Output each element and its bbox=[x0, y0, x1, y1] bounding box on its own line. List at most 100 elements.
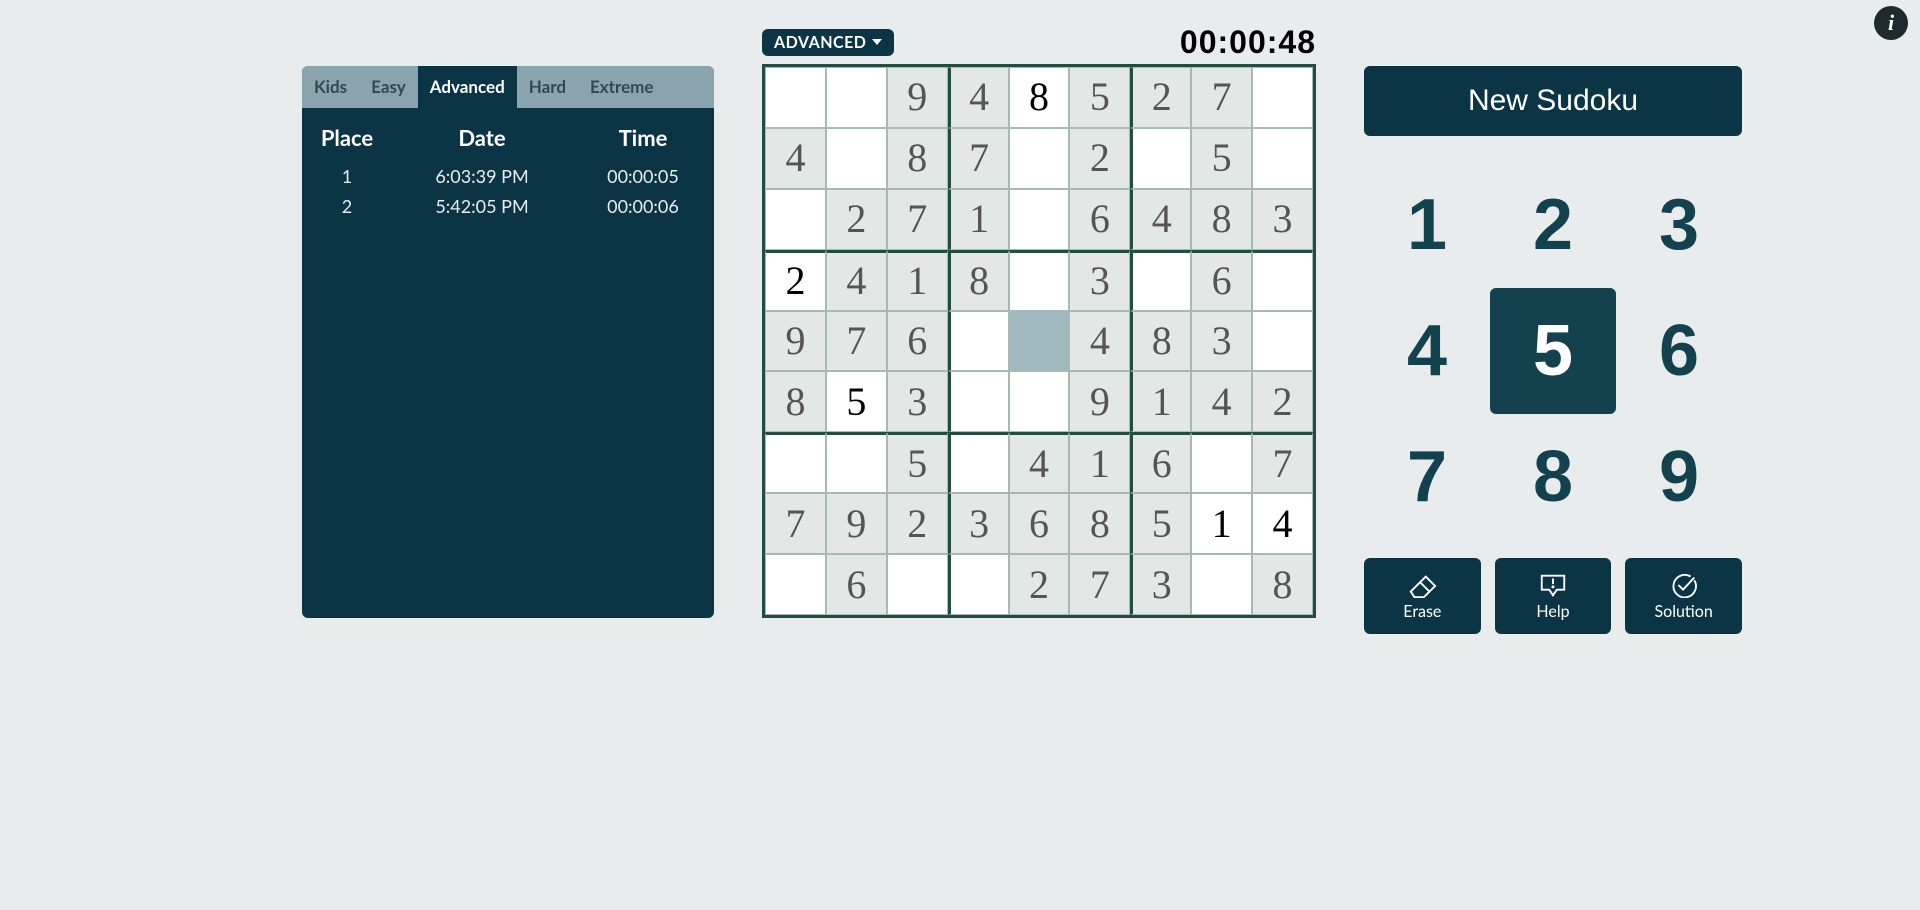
cell-1-8[interactable] bbox=[1252, 128, 1313, 189]
cell-0-0[interactable] bbox=[765, 67, 826, 128]
info-icon[interactable]: i bbox=[1874, 6, 1908, 40]
cell-8-5[interactable]: 7 bbox=[1069, 554, 1130, 615]
cell-3-1[interactable]: 4 bbox=[826, 250, 887, 311]
cell-1-4[interactable] bbox=[1009, 128, 1070, 189]
cell-5-2[interactable]: 3 bbox=[887, 371, 948, 432]
cell-2-7[interactable]: 8 bbox=[1191, 189, 1252, 250]
cell-0-3[interactable]: 4 bbox=[948, 67, 1009, 128]
tab-extreme[interactable]: Extreme bbox=[578, 66, 665, 108]
cell-7-7[interactable]: 1 bbox=[1191, 493, 1252, 554]
cell-0-6[interactable]: 2 bbox=[1130, 67, 1191, 128]
cell-8-2[interactable] bbox=[887, 554, 948, 615]
cell-3-7[interactable]: 6 bbox=[1191, 250, 1252, 311]
cell-8-3[interactable] bbox=[948, 554, 1009, 615]
cell-7-8[interactable]: 4 bbox=[1252, 493, 1313, 554]
cell-4-6[interactable]: 8 bbox=[1130, 311, 1191, 372]
cell-3-2[interactable]: 1 bbox=[887, 250, 948, 311]
cell-4-3[interactable] bbox=[948, 311, 1009, 372]
cell-1-7[interactable]: 5 bbox=[1191, 128, 1252, 189]
cell-6-5[interactable]: 1 bbox=[1069, 432, 1130, 493]
numpad-9[interactable]: 9 bbox=[1616, 414, 1742, 540]
tab-hard[interactable]: Hard bbox=[517, 66, 578, 108]
cell-2-3[interactable]: 1 bbox=[948, 189, 1009, 250]
cell-1-6[interactable] bbox=[1130, 128, 1191, 189]
difficulty-dropdown[interactable]: ADVANCED bbox=[762, 29, 894, 56]
cell-5-8[interactable]: 2 bbox=[1252, 371, 1313, 432]
numpad-2[interactable]: 2 bbox=[1490, 162, 1616, 288]
cell-8-1[interactable]: 6 bbox=[826, 554, 887, 615]
cell-6-2[interactable]: 5 bbox=[887, 432, 948, 493]
cell-7-5[interactable]: 8 bbox=[1069, 493, 1130, 554]
cell-2-8[interactable]: 3 bbox=[1252, 189, 1313, 250]
tab-kids[interactable]: Kids bbox=[302, 66, 359, 108]
cell-8-6[interactable]: 3 bbox=[1130, 554, 1191, 615]
cell-5-3[interactable] bbox=[948, 371, 1009, 432]
cell-2-4[interactable] bbox=[1009, 189, 1070, 250]
numpad-4[interactable]: 4 bbox=[1364, 288, 1490, 414]
cell-7-4[interactable]: 6 bbox=[1009, 493, 1070, 554]
new-sudoku-button[interactable]: New Sudoku bbox=[1364, 66, 1742, 136]
cell-2-1[interactable]: 2 bbox=[826, 189, 887, 250]
erase-button[interactable]: Erase bbox=[1364, 558, 1481, 634]
cell-6-4[interactable]: 4 bbox=[1009, 432, 1070, 493]
cell-8-8[interactable]: 8 bbox=[1252, 554, 1313, 615]
tab-easy[interactable]: Easy bbox=[359, 66, 418, 108]
help-button[interactable]: Help bbox=[1495, 558, 1612, 634]
cell-2-2[interactable]: 7 bbox=[887, 189, 948, 250]
cell-1-1[interactable] bbox=[826, 128, 887, 189]
sudoku-board[interactable]: 9485274872527164832418369764838539142541… bbox=[762, 64, 1316, 618]
cell-6-6[interactable]: 6 bbox=[1130, 432, 1191, 493]
cell-3-3[interactable]: 8 bbox=[948, 250, 1009, 311]
numpad-6[interactable]: 6 bbox=[1616, 288, 1742, 414]
cell-0-1[interactable] bbox=[826, 67, 887, 128]
cell-7-3[interactable]: 3 bbox=[948, 493, 1009, 554]
cell-5-6[interactable]: 1 bbox=[1130, 371, 1191, 432]
cell-7-1[interactable]: 9 bbox=[826, 493, 887, 554]
tab-advanced[interactable]: Advanced bbox=[418, 66, 517, 108]
cell-1-2[interactable]: 8 bbox=[887, 128, 948, 189]
cell-1-3[interactable]: 7 bbox=[948, 128, 1009, 189]
cell-4-5[interactable]: 4 bbox=[1069, 311, 1130, 372]
cell-4-2[interactable]: 6 bbox=[887, 311, 948, 372]
cell-7-0[interactable]: 7 bbox=[765, 493, 826, 554]
cell-3-4[interactable] bbox=[1009, 250, 1070, 311]
cell-6-8[interactable]: 7 bbox=[1252, 432, 1313, 493]
cell-5-4[interactable] bbox=[1009, 371, 1070, 432]
numpad-5[interactable]: 5 bbox=[1490, 288, 1616, 414]
numpad-1[interactable]: 1 bbox=[1364, 162, 1490, 288]
cell-5-1[interactable]: 5 bbox=[826, 371, 887, 432]
cell-3-6[interactable] bbox=[1130, 250, 1191, 311]
cell-0-7[interactable]: 7 bbox=[1191, 67, 1252, 128]
cell-0-5[interactable]: 5 bbox=[1069, 67, 1130, 128]
cell-1-0[interactable]: 4 bbox=[765, 128, 826, 189]
cell-0-2[interactable]: 9 bbox=[887, 67, 948, 128]
numpad-8[interactable]: 8 bbox=[1490, 414, 1616, 540]
cell-8-4[interactable]: 2 bbox=[1009, 554, 1070, 615]
cell-0-8[interactable] bbox=[1252, 67, 1313, 128]
cell-6-3[interactable] bbox=[948, 432, 1009, 493]
cell-7-6[interactable]: 5 bbox=[1130, 493, 1191, 554]
cell-3-0[interactable]: 2 bbox=[765, 250, 826, 311]
cell-2-6[interactable]: 4 bbox=[1130, 189, 1191, 250]
cell-4-0[interactable]: 9 bbox=[765, 311, 826, 372]
cell-2-5[interactable]: 6 bbox=[1069, 189, 1130, 250]
cell-5-0[interactable]: 8 bbox=[765, 371, 826, 432]
cell-2-0[interactable] bbox=[765, 189, 826, 250]
cell-6-1[interactable] bbox=[826, 432, 887, 493]
cell-8-7[interactable] bbox=[1191, 554, 1252, 615]
cell-4-8[interactable] bbox=[1252, 311, 1313, 372]
cell-4-1[interactable]: 7 bbox=[826, 311, 887, 372]
cell-6-7[interactable] bbox=[1191, 432, 1252, 493]
cell-7-2[interactable]: 2 bbox=[887, 493, 948, 554]
cell-3-5[interactable]: 3 bbox=[1069, 250, 1130, 311]
solution-button[interactable]: Solution bbox=[1625, 558, 1742, 634]
cell-0-4[interactable]: 8 bbox=[1009, 67, 1070, 128]
cell-8-0[interactable] bbox=[765, 554, 826, 615]
cell-4-7[interactable]: 3 bbox=[1191, 311, 1252, 372]
numpad-7[interactable]: 7 bbox=[1364, 414, 1490, 540]
cell-3-8[interactable] bbox=[1252, 250, 1313, 311]
cell-6-0[interactable] bbox=[765, 432, 826, 493]
cell-5-7[interactable]: 4 bbox=[1191, 371, 1252, 432]
cell-4-4[interactable] bbox=[1009, 311, 1070, 372]
numpad-3[interactable]: 3 bbox=[1616, 162, 1742, 288]
